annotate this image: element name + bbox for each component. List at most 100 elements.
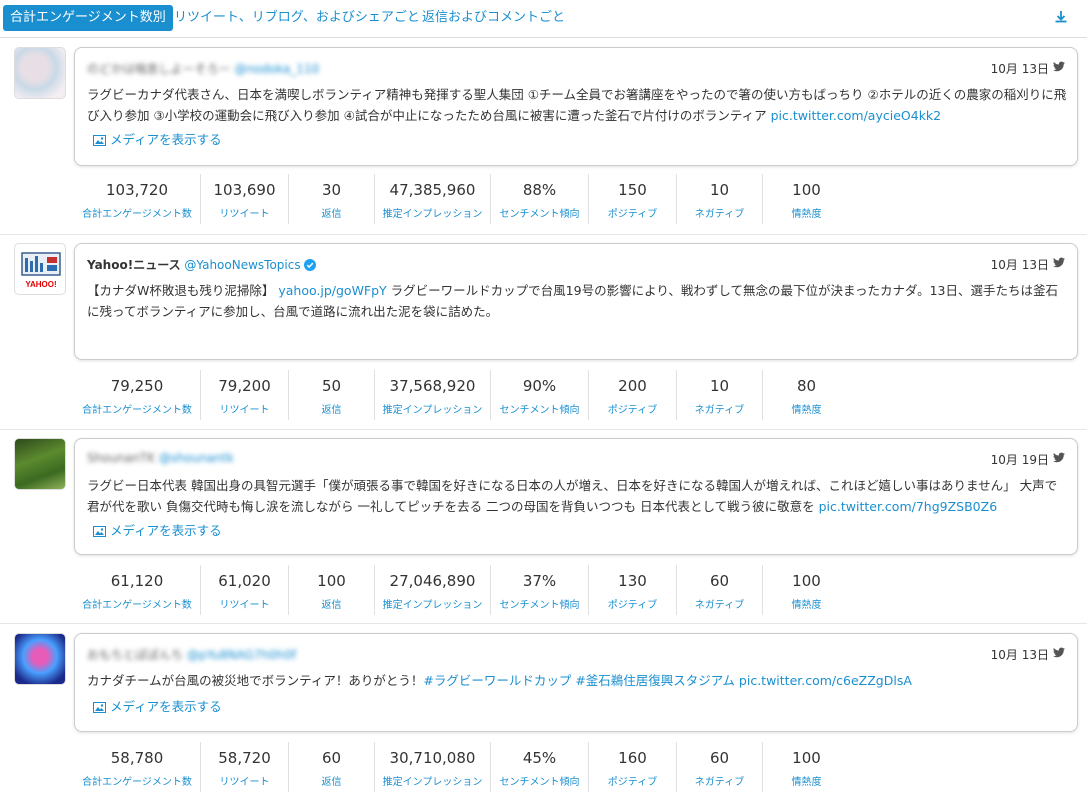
tweet-link[interactable]: pic.twitter.com/7hg9ZSB0Z6 (819, 499, 998, 514)
stat-passion: 100 情熱度 (762, 174, 850, 224)
twitter-bird-icon[interactable] (1053, 452, 1065, 463)
stat-label: 推定インプレッション (382, 777, 483, 788)
stat-passion: 100 情熱度 (762, 742, 850, 792)
stat-total-engagement: 58,780 合計エンゲージメント数 (74, 742, 200, 792)
stat-value: 80 (796, 377, 817, 395)
avatar[interactable]: YAHOO! (14, 243, 66, 295)
stat-positive: 130 ポジティブ (588, 565, 676, 615)
tweet-text: 【カナダW杯敗退も残り泥掃除】 yahoo.jp/goWFpY ラグビーワールド… (87, 280, 1067, 322)
engagement-stats: 79,250 合計エンゲージメント数 79,200 リツイート 50 返信 37,56… (74, 370, 854, 420)
stat-label: 推定インプレッション (382, 600, 483, 611)
stat-value: 30,710,080 (389, 749, 476, 767)
stat-retweets: 103,690 リツイート (200, 174, 288, 224)
author-name[interactable]: のどかは喘息しよーそろー (87, 62, 231, 76)
stat-negative: 60 ネガティブ (676, 742, 762, 792)
tweet-body: カナダチームが台風の被災地でボランティア！ありがとう！ (87, 673, 424, 688)
stat-label: 合計エンゲージメント数 (82, 600, 192, 611)
stat-label: リツイート (219, 405, 270, 416)
tweet-author: おもちとぽぽんち @pYu8NAG7h0h0f (87, 646, 296, 663)
stat-label: 情熱度 (791, 209, 822, 220)
avatar[interactable] (14, 438, 66, 490)
stat-label: ネガティブ (694, 600, 745, 611)
stat-label: リツイート (219, 600, 270, 611)
stat-value: 130 (618, 572, 647, 590)
author-name[interactable]: ShounanTK (87, 451, 155, 465)
author-handle[interactable]: @pYu8NAG7h0h0f (187, 648, 296, 662)
tweet-hashtags[interactable]: #ラグビーワールドカップ #釜石鵜住居復興スタジアム (423, 673, 735, 688)
show-media-link[interactable]: メディアを表示する (93, 696, 222, 715)
tab-replies[interactable]: 返信およびコメントごと (422, 5, 565, 31)
divider (0, 623, 1087, 624)
stat-sentiment: 90% センチメント傾向 (490, 370, 588, 420)
stat-value: 30 (321, 181, 342, 199)
stat-value: 150 (618, 181, 647, 199)
engagement-stats: 61,120 合計エンゲージメント数 61,020 リツイート 100 返信 27,0… (74, 565, 854, 615)
stat-value: 103,690 (213, 181, 276, 199)
stat-value: 60 (321, 749, 342, 767)
tweet-author: Yahoo!ニュース @YahooNewsTopics (87, 256, 316, 273)
stat-negative: 60 ネガティブ (676, 565, 762, 615)
image-icon (93, 702, 106, 713)
tweet-card: Yahoo!ニュース @YahooNewsTopics 10月 13日 【カナダ… (74, 243, 1078, 360)
stat-value: 10 (709, 181, 730, 199)
show-media-link[interactable]: メディアを表示する (93, 520, 222, 539)
stat-value: 100 (792, 181, 821, 199)
stat-value: 79,250 (110, 377, 164, 395)
tab-total-engagement[interactable]: 合計エンゲージメント数別 (3, 5, 173, 31)
divider (0, 234, 1087, 235)
stat-value: 45% (522, 749, 557, 767)
tweet-card: おもちとぽぽんち @pYu8NAG7h0h0f 10月 13日 カナダチームが台… (74, 633, 1078, 732)
stat-impressions: 37,568,920 推定インプレッション (374, 370, 490, 420)
stat-value: 79,200 (218, 377, 271, 395)
stat-positive: 200 ポジティブ (588, 370, 676, 420)
stat-retweets: 58,720 リツイート (200, 742, 288, 792)
stat-positive: 160 ポジティブ (588, 742, 676, 792)
stat-replies: 100 返信 (288, 565, 374, 615)
author-name[interactable]: Yahoo!ニュース (87, 258, 181, 272)
avatar[interactable] (14, 633, 66, 685)
tab-retweets[interactable]: リツイート、リブログ、およびシェアごと (174, 5, 420, 31)
yahoo-news-logo-icon: YAHOO! (21, 252, 61, 289)
stat-label: センチメント傾向 (499, 600, 580, 611)
stat-replies: 30 返信 (288, 174, 374, 224)
twitter-bird-icon[interactable] (1053, 61, 1065, 72)
tweet-link[interactable]: yahoo.jp/goWFpY (278, 283, 386, 298)
stat-negative: 10 ネガティブ (676, 370, 762, 420)
stat-replies: 60 返信 (288, 742, 374, 792)
stat-label: 情熱度 (791, 405, 822, 416)
stat-value: 61,020 (218, 572, 271, 590)
twitter-bird-icon[interactable] (1053, 257, 1065, 268)
engagement-stats: 58,780 合計エンゲージメント数 58,720 リツイート 60 返信 30,71… (74, 742, 854, 792)
tweet-link[interactable]: pic.twitter.com/c6eZZgDlsA (739, 673, 912, 688)
author-handle[interactable]: @YahooNewsTopics (184, 258, 300, 272)
stat-sentiment: 37% センチメント傾向 (490, 565, 588, 615)
author-handle[interactable]: @shounantk (159, 451, 234, 465)
stat-value: 60 (709, 572, 730, 590)
image-icon (93, 135, 106, 146)
verified-badge-icon (303, 259, 316, 271)
stat-label: センチメント傾向 (499, 777, 580, 788)
twitter-bird-icon[interactable] (1053, 647, 1065, 658)
stat-value: 103,720 (105, 181, 169, 199)
show-media-label: メディアを表示する (110, 699, 222, 714)
tweet-date: 10月 19日 (990, 453, 1049, 467)
stat-label: ネガティブ (694, 777, 745, 788)
avatar[interactable] (14, 47, 66, 99)
show-media-link[interactable]: メディアを表示する (93, 129, 222, 148)
show-media-label: メディアを表示する (110, 132, 222, 147)
stat-retweets: 61,020 リツイート (200, 565, 288, 615)
stat-label: ポジティブ (607, 777, 658, 788)
stat-label: ポジティブ (607, 209, 658, 220)
tweet-author: のどかは喘息しよーそろー @nodoka_110 (87, 60, 319, 77)
stat-replies: 50 返信 (288, 370, 374, 420)
stat-value: 88% (522, 181, 557, 199)
author-handle[interactable]: @nodoka_110 (234, 62, 319, 76)
stat-positive: 150 ポジティブ (588, 174, 676, 224)
stat-value: 58,780 (110, 749, 164, 767)
author-name[interactable]: おもちとぽぽんち (87, 648, 183, 662)
stat-value: 200 (618, 377, 647, 395)
tweet-date: 10月 13日 (990, 648, 1049, 662)
tweet-link[interactable]: pic.twitter.com/aycieO4kk2 (771, 108, 942, 123)
download-icon[interactable] (1053, 9, 1069, 25)
stat-label: リツイート (219, 777, 270, 788)
